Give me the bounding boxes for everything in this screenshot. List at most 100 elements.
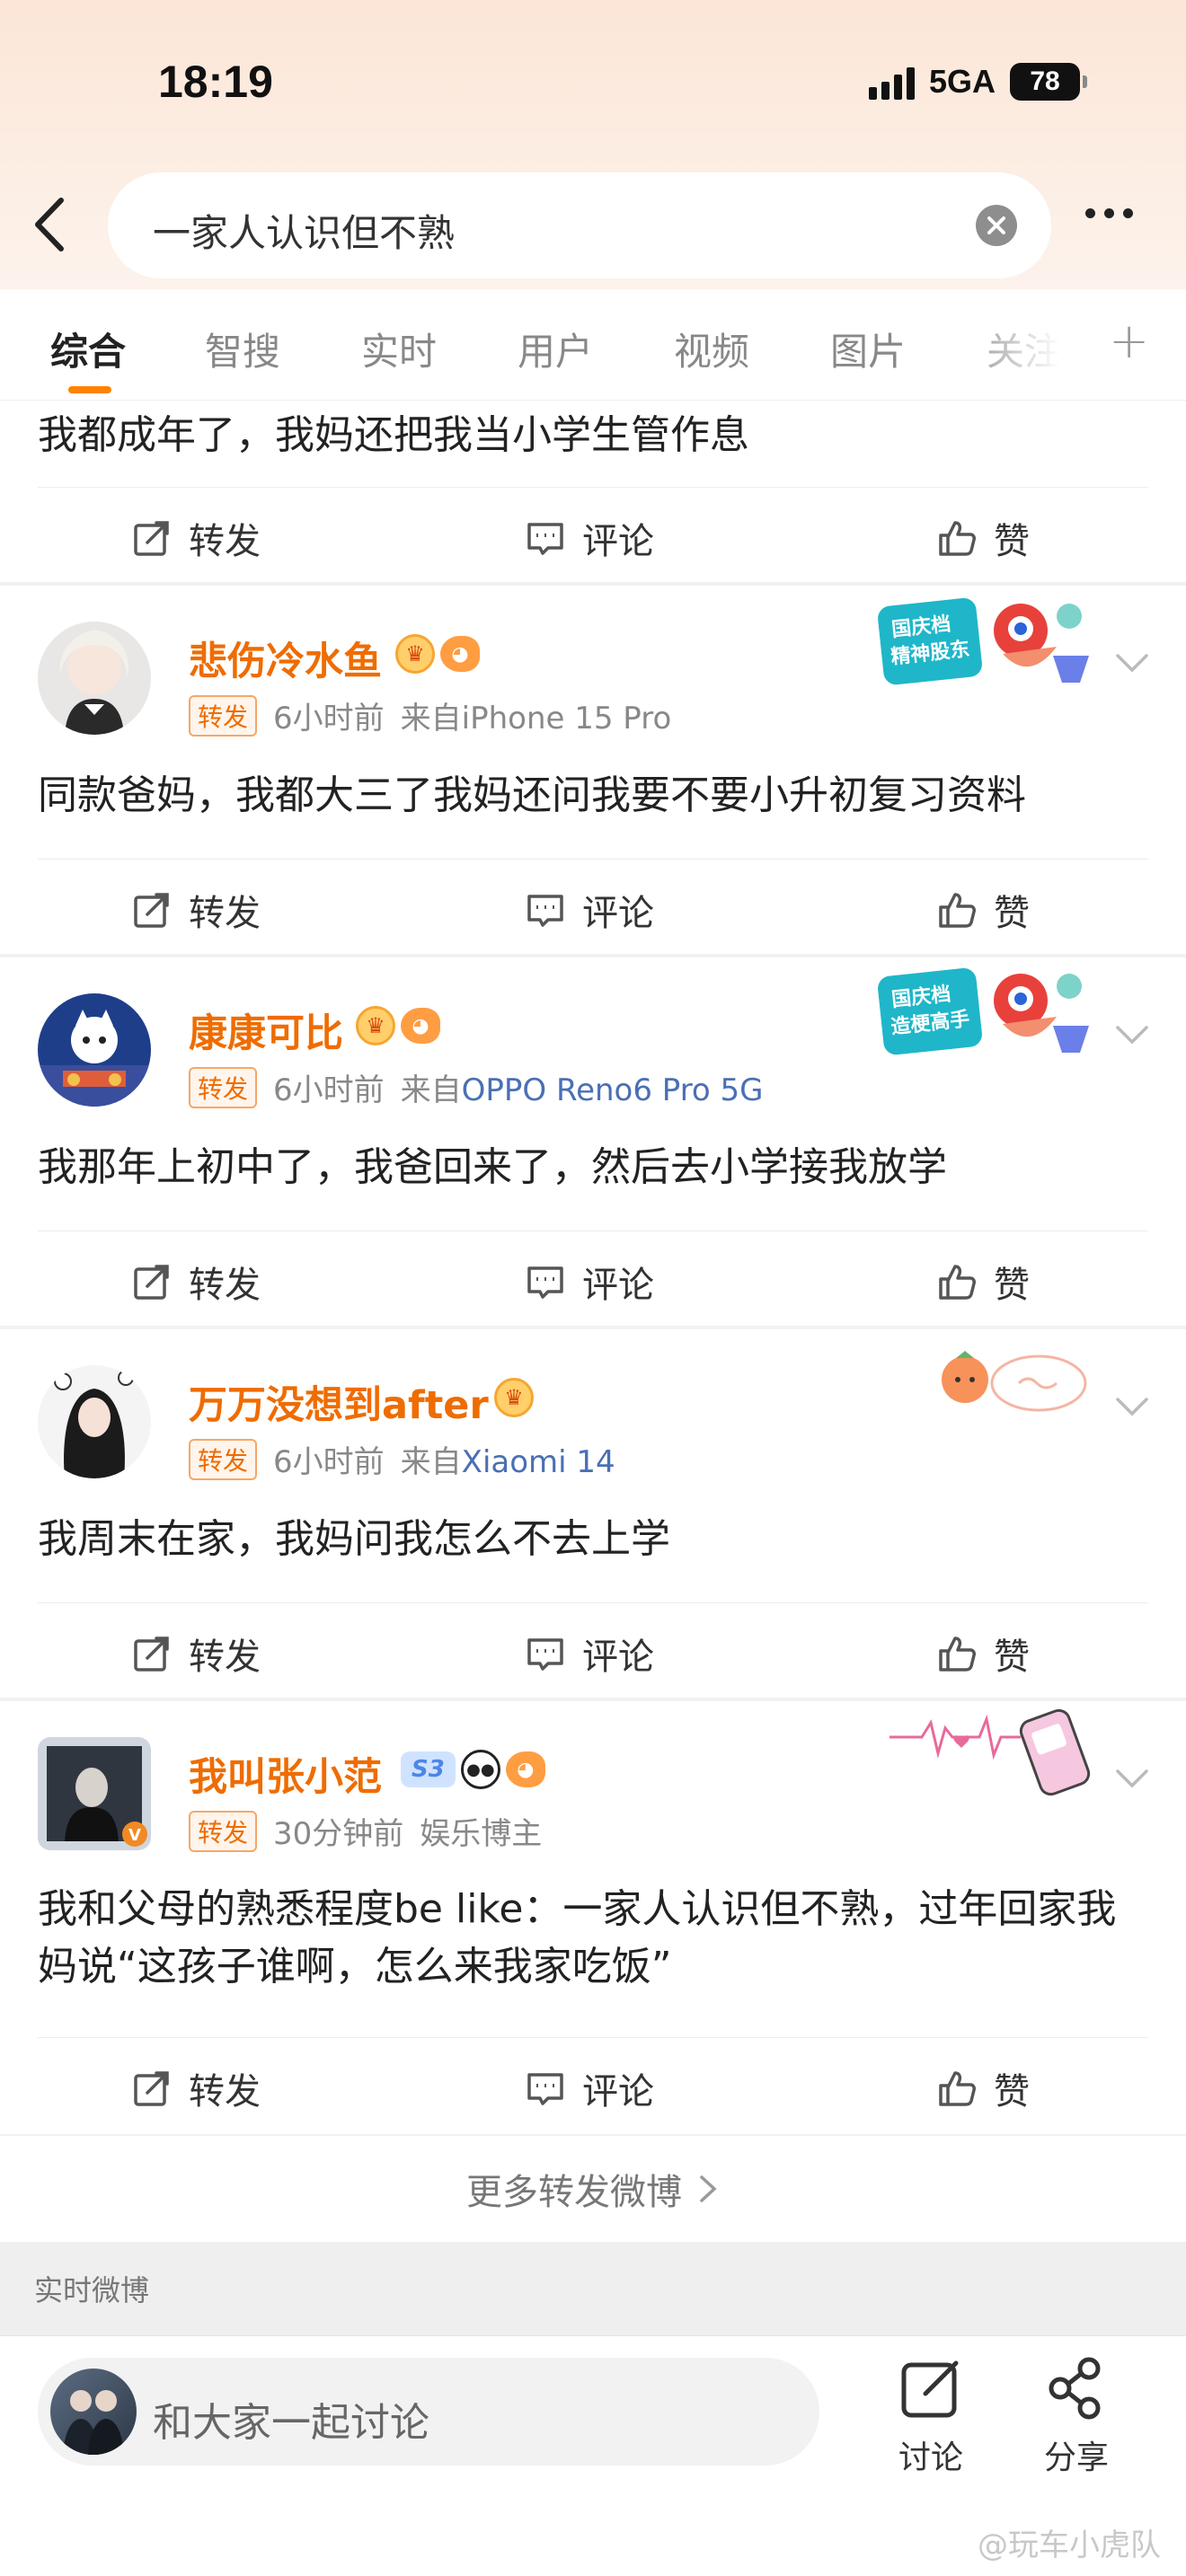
forward-icon	[134, 1636, 169, 1672]
action-row: 转发 评论 赞	[0, 1602, 1186, 1699]
compose-icon	[901, 2360, 959, 2418]
post-text: 我和父母的熟悉程度be like：一家人认识但不熟，过年回家我妈说“这孩子谁啊，…	[38, 1886, 1117, 1989]
like-button[interactable]: 赞	[936, 1256, 1030, 1308]
chevron-down-icon[interactable]	[1112, 643, 1152, 683]
like-button[interactable]: 赞	[936, 2062, 1030, 2114]
battery-icon: 78	[1010, 63, 1087, 101]
forward-button[interactable]: 转发	[131, 2062, 261, 2114]
discuss-placeholder: 和大家一起讨论	[153, 2400, 429, 2446]
search-input[interactable]: 一家人认识但不熟	[108, 172, 1051, 278]
action-row: 转发 评论 赞	[0, 1231, 1186, 1328]
comment-button[interactable]: 评论	[525, 1628, 654, 1680]
username[interactable]: 万万没想到after	[189, 1374, 489, 1430]
status-indicators: 5GA 78	[868, 63, 1087, 101]
discuss-input[interactable]: 和大家一起讨论	[38, 2358, 819, 2466]
avatar[interactable]	[38, 1365, 151, 1478]
chevron-down-icon[interactable]	[1112, 1387, 1152, 1426]
post-meta: 转发 30分钟前 娱乐博主	[189, 1809, 542, 1853]
active-tab-indicator	[68, 386, 111, 393]
like-label: 赞	[994, 1636, 1030, 1678]
username[interactable]: 悲伤冷水鱼	[189, 631, 382, 686]
thumbs-up-icon	[939, 1265, 976, 1300]
post-time: 30分钟前	[273, 1816, 404, 1852]
tab-smart-search[interactable]: 智搜	[205, 322, 280, 376]
like-button[interactable]: 赞	[936, 884, 1030, 936]
feed-separator	[0, 2134, 1186, 2136]
tab-comprehensive[interactable]: 综合	[50, 322, 126, 376]
post-source: 来自OPPO Reno6 Pro 5G	[400, 1072, 764, 1108]
username[interactable]: 我叫张小范	[189, 1746, 382, 1802]
post-time: 6小时前	[273, 701, 385, 737]
forward-tag: 转发	[189, 1066, 258, 1108]
tab-images[interactable]: 图片	[830, 322, 906, 376]
discuss-avatar	[50, 2369, 137, 2455]
tab-users[interactable]: 用户	[518, 322, 593, 376]
avatar-image	[38, 622, 151, 735]
feed-separator	[0, 1326, 1186, 1329]
comment-label: 评论	[582, 893, 654, 934]
thumbs-up-icon	[939, 521, 976, 556]
tab-realtime[interactable]: 实时	[361, 322, 437, 376]
avatar-image	[38, 1365, 151, 1478]
decoration-image: 国庆档 精神股东	[878, 597, 1089, 685]
comment-button[interactable]: 评论	[525, 1256, 654, 1308]
svg-text:V: V	[128, 1826, 141, 1845]
comment-icon	[527, 1638, 563, 1671]
avatar[interactable]: V	[38, 1737, 151, 1850]
post-time: 6小时前	[273, 1444, 385, 1480]
add-tab-button[interactable]: +	[1109, 313, 1149, 369]
post-meta: 转发 6小时前 来自Xiaomi 14	[189, 1437, 615, 1481]
avatar-image: V	[38, 1737, 151, 1850]
forward-icon	[134, 893, 169, 928]
back-button[interactable]	[25, 190, 75, 259]
panda-badge-icon: ●●	[460, 1750, 500, 1789]
tab-videos[interactable]: 视频	[674, 322, 749, 376]
share-button[interactable]: 分享	[1022, 2354, 1130, 2478]
forward-button[interactable]: 转发	[131, 884, 261, 936]
device-name: OPPO Reno6 Pro 5G	[461, 1072, 764, 1108]
national-day-decoration: 国庆档 造梗高手	[877, 963, 1102, 1065]
forward-label: 转发	[189, 1265, 261, 1306]
level-badge: S3	[401, 1751, 456, 1787]
forward-label: 转发	[189, 2071, 261, 2113]
forward-button[interactable]: 转发	[131, 1256, 261, 1308]
comment-label: 评论	[582, 1265, 654, 1306]
comment-label: 评论	[582, 521, 654, 562]
discuss-button[interactable]: 讨论	[877, 2354, 985, 2478]
avatar[interactable]	[38, 622, 151, 735]
section-title: 实时微博	[0, 2242, 1186, 2335]
thumbs-up-icon	[939, 1636, 976, 1672]
forward-icon	[134, 1265, 169, 1300]
post-text: 同款爸妈，我都大三了我妈还问我要不要小升初复习资料	[38, 772, 1026, 818]
chevron-right-icon	[700, 2175, 717, 2202]
feed-separator	[0, 954, 1186, 957]
avatar-image	[63, 2390, 124, 2455]
more-options-button[interactable]	[1085, 208, 1133, 218]
username[interactable]: 康康可比	[189, 1002, 343, 1058]
comment-button[interactable]: 评论	[525, 884, 654, 936]
clear-search-button[interactable]	[976, 205, 1017, 246]
user-badges: S3 ●● ◕	[401, 1750, 545, 1789]
like-label: 赞	[994, 1265, 1030, 1306]
like-button[interactable]: 赞	[936, 1628, 1030, 1680]
persimmon-decoration	[925, 1344, 1093, 1419]
comment-button[interactable]: 评论	[525, 512, 654, 564]
more-forwards-link[interactable]: 更多转发微博	[0, 2138, 1186, 2240]
tab-fade	[952, 307, 1087, 388]
forward-button[interactable]: 转发	[131, 1628, 261, 1680]
like-label: 赞	[994, 2071, 1030, 2113]
user-category: 娱乐博主	[420, 1816, 543, 1852]
watermark: @玩车小虎队	[978, 2527, 1161, 2563]
post-time: 6小时前	[273, 1072, 385, 1108]
crown-badge-icon: ♛	[356, 1006, 395, 1045]
chevron-down-icon[interactable]	[1112, 1015, 1152, 1054]
like-button[interactable]: 赞	[936, 512, 1030, 564]
forward-button[interactable]: 转发	[131, 512, 261, 564]
comment-button[interactable]: 评论	[525, 2062, 654, 2114]
fish-badge-icon: ◕	[505, 1751, 545, 1787]
more-forwards-label: 更多转发微博	[466, 2172, 682, 2213]
decoration-image	[942, 1351, 1087, 1412]
chevron-down-icon[interactable]	[1112, 1759, 1152, 1798]
avatar[interactable]	[38, 993, 151, 1107]
device-name: Xiaomi 14	[461, 1444, 615, 1480]
